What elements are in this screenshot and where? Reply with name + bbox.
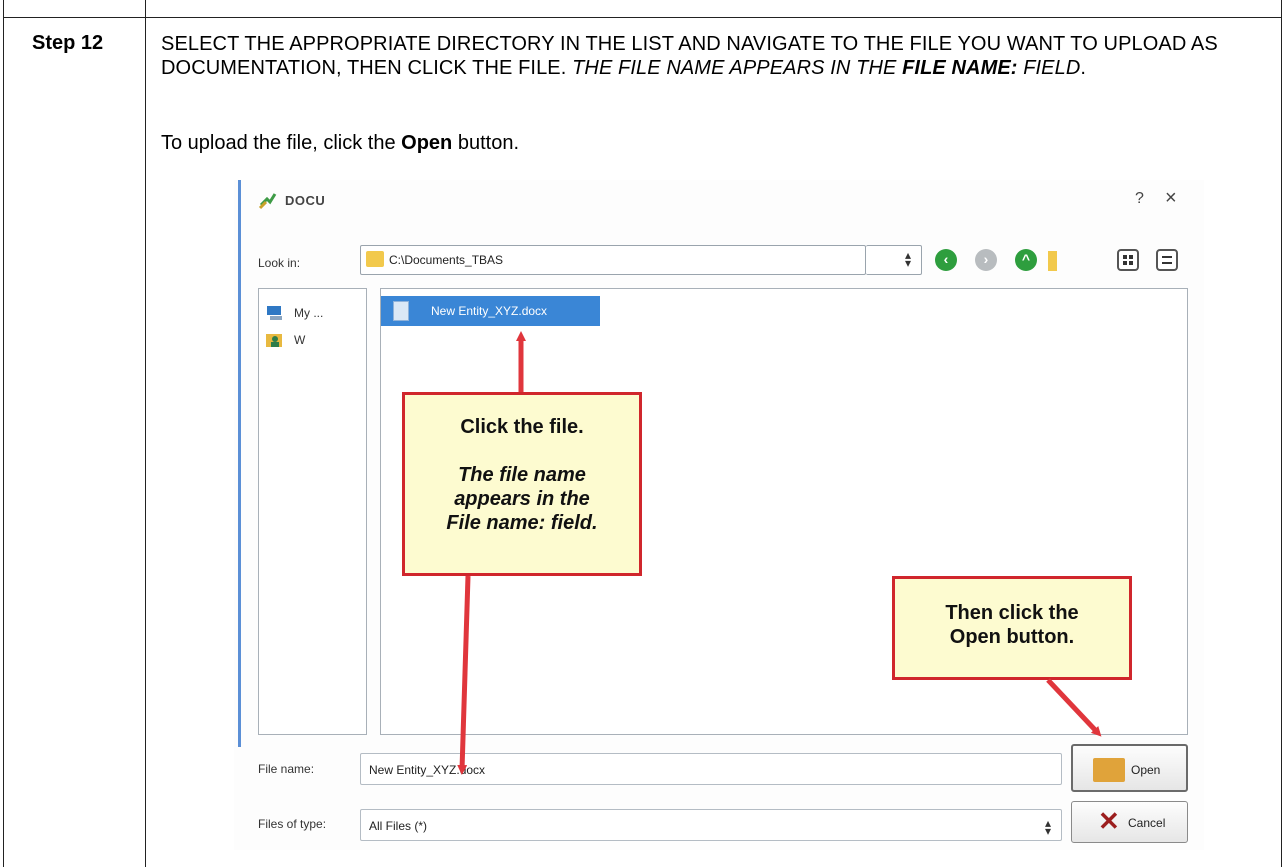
callout-arrows — [457, 331, 1102, 775]
arrow-to-file-name — [457, 575, 471, 775]
arrow-to-open — [1046, 678, 1102, 737]
